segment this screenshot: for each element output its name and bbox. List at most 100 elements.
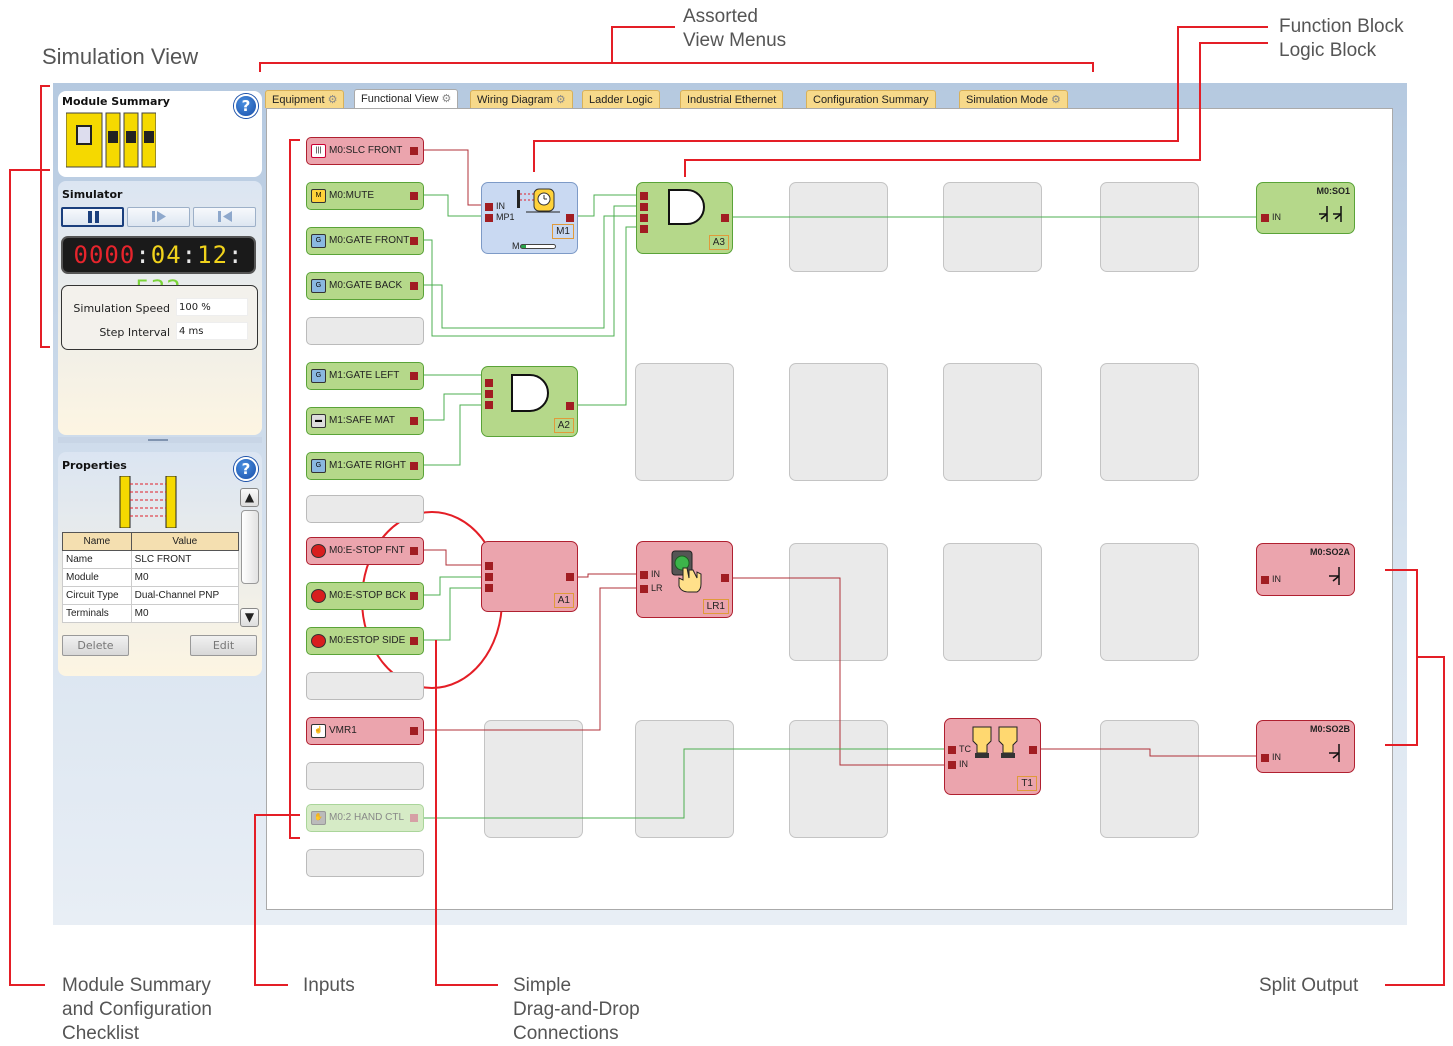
input-node-gate-front[interactable]: G M0:GATE FRONT	[306, 227, 424, 255]
input-port[interactable]	[485, 401, 493, 409]
input-port[interactable]	[485, 203, 493, 211]
input-port[interactable]	[485, 573, 493, 581]
two-hand-control-icon: ✋	[311, 811, 326, 825]
output-port[interactable]	[410, 372, 418, 380]
input-port[interactable]	[640, 225, 648, 233]
empty-input-slot[interactable]	[306, 849, 424, 877]
muting-icon	[517, 188, 560, 213]
input-node-slc-front[interactable]: ||| M0:SLC FRONT	[306, 137, 424, 165]
output-port[interactable]	[410, 727, 418, 735]
output-port[interactable]	[566, 573, 574, 581]
input-port[interactable]	[640, 192, 648, 200]
port-label: IN	[959, 759, 968, 769]
input-node-mute[interactable]: M M0:MUTE	[306, 182, 424, 210]
empty-input-slot[interactable]	[306, 495, 424, 523]
input-node-gate-right[interactable]: G M1:GATE RIGHT	[306, 452, 424, 480]
port-label: IN	[1272, 212, 1281, 222]
virtual-reset-icon: ☝	[311, 724, 326, 738]
input-port[interactable]	[948, 746, 956, 754]
block-tag: T1	[1017, 776, 1037, 791]
input-node-gate-back[interactable]: G M0:GATE BACK	[306, 272, 424, 300]
port-label: IN	[651, 569, 660, 579]
input-port[interactable]	[640, 214, 648, 222]
contact-symbol-icon	[1329, 744, 1340, 762]
output-port[interactable]	[410, 637, 418, 645]
and-logic-block-a3[interactable]: A3	[636, 182, 733, 254]
output-port[interactable]	[410, 547, 418, 555]
input-port[interactable]	[1261, 214, 1269, 222]
input-node-estop-front[interactable]: M0:E-STOP FNT	[306, 537, 424, 565]
output-port[interactable]	[410, 282, 418, 290]
output-port[interactable]	[410, 462, 418, 470]
gate-switch-icon: G	[311, 369, 326, 383]
block-tag: LR1	[702, 599, 729, 614]
safety-output-so1[interactable]: M0:SO1 IN	[1256, 182, 1355, 234]
gate-switch-icon: G	[311, 279, 326, 293]
and-logic-block-a2[interactable]: A2	[481, 366, 578, 437]
reset-button-icon	[671, 550, 702, 593]
empty-input-slot[interactable]	[306, 317, 424, 345]
estop-icon	[311, 544, 326, 558]
input-node-two-hand-control[interactable]: ✋ M0:2 HAND CTL	[306, 804, 424, 832]
output-port[interactable]	[410, 814, 418, 822]
output-port[interactable]	[410, 592, 418, 600]
output-port[interactable]	[410, 237, 418, 245]
output-title: M0:SO1	[1316, 186, 1350, 196]
output-port[interactable]	[410, 417, 418, 425]
input-port[interactable]	[640, 203, 648, 211]
output-title: M0:SO2A	[1309, 547, 1350, 557]
input-port[interactable]	[485, 214, 493, 222]
input-port[interactable]	[485, 584, 493, 592]
two-hand-control-block[interactable]: TC IN T1	[944, 718, 1041, 795]
input-node-gate-left[interactable]: G M1:GATE LEFT	[306, 362, 424, 390]
input-node-estop-side[interactable]: M0:ESTOP SIDE	[306, 627, 424, 655]
mute-progress-bar	[520, 244, 556, 249]
estop-icon	[311, 634, 326, 648]
muting-function-block[interactable]: IN MP1 M M1	[481, 182, 578, 254]
empty-input-slot[interactable]	[306, 762, 424, 790]
input-label: M1:GATE LEFT	[329, 370, 400, 381]
output-port[interactable]	[1029, 746, 1037, 754]
logic-block-a1[interactable]: A1	[481, 541, 578, 612]
connection-wires	[9, 26, 1445, 986]
mute-indicator-label: M	[512, 241, 520, 251]
port-label: IN	[496, 201, 505, 211]
latch-reset-block[interactable]: IN LR LR1	[636, 541, 733, 618]
output-port[interactable]	[721, 214, 729, 222]
input-node-estop-back[interactable]: M0:E-STOP BCK	[306, 582, 424, 610]
input-port[interactable]	[1261, 576, 1269, 584]
input-label: M0:GATE FRONT	[329, 235, 410, 246]
input-port[interactable]	[485, 562, 493, 570]
input-port[interactable]	[1261, 754, 1269, 762]
output-port[interactable]	[721, 574, 729, 582]
output-title: M0:SO2B	[1309, 724, 1350, 734]
input-port[interactable]	[640, 571, 648, 579]
output-port[interactable]	[566, 214, 574, 222]
safety-output-so2b[interactable]: M0:SO2B IN	[1256, 720, 1355, 773]
block-tag: A3	[708, 235, 729, 250]
safety-output-so2a[interactable]: M0:SO2A IN	[1256, 543, 1355, 596]
and-gate-icon	[511, 374, 549, 412]
input-label: M1:SAFE MAT	[329, 415, 395, 426]
input-port[interactable]	[948, 761, 956, 769]
output-port[interactable]	[566, 402, 574, 410]
safety-mat-icon: ▬	[311, 414, 326, 428]
input-label: M0:E-STOP FNT	[329, 545, 405, 556]
output-port[interactable]	[410, 147, 418, 155]
input-port[interactable]	[485, 390, 493, 398]
input-node-safe-mat[interactable]: ▬ M1:SAFE MAT	[306, 407, 424, 435]
empty-input-slot[interactable]	[306, 672, 424, 700]
input-label: M0:MUTE	[329, 190, 374, 201]
block-tag: A2	[553, 418, 574, 433]
gate-switch-icon: G	[311, 234, 326, 248]
port-label: LR	[651, 583, 663, 593]
light-curtain-icon: |||	[311, 144, 326, 158]
input-label: M0:SLC FRONT	[329, 145, 403, 156]
input-port[interactable]	[485, 379, 493, 387]
output-port[interactable]	[410, 192, 418, 200]
input-label: VMR1	[329, 725, 357, 736]
two-hand-icon	[972, 726, 1018, 758]
and-gate-icon	[668, 189, 705, 225]
input-node-vmr1[interactable]: ☝ VMR1	[306, 717, 424, 745]
input-port[interactable]	[640, 585, 648, 593]
